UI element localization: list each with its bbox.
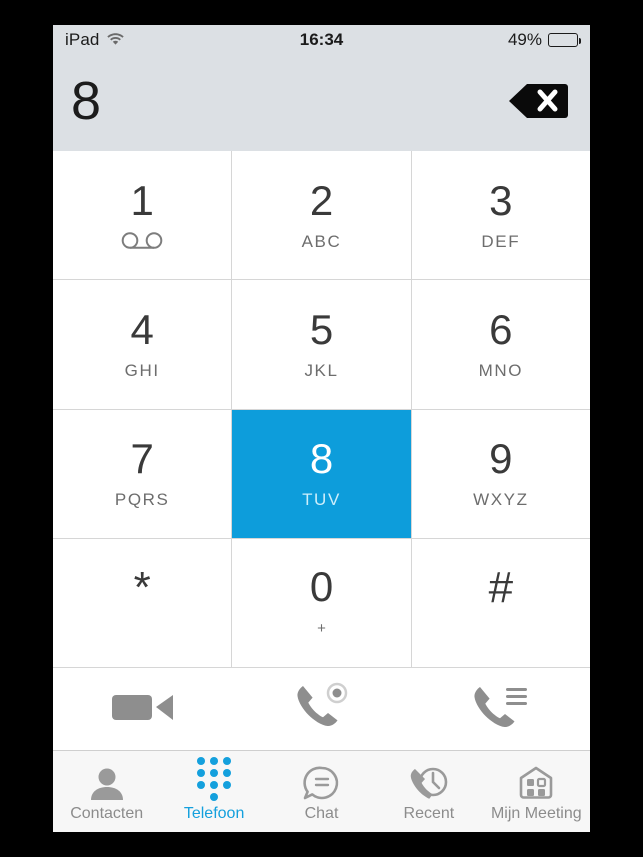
- key-digit: #: [488, 563, 514, 613]
- battery-icon: [548, 33, 581, 47]
- bottom-tab-bar: Contacten Telefoon Chat Recent Mijn Meet…: [53, 750, 590, 832]
- tab-chat[interactable]: Chat: [268, 751, 375, 832]
- tab-telefoon[interactable]: Telefoon: [160, 751, 267, 832]
- phone-list-icon: [472, 683, 530, 736]
- voice-call-button[interactable]: [293, 682, 351, 737]
- key-7[interactable]: 7 PQRS: [53, 409, 232, 538]
- key-letters: +: [317, 620, 326, 638]
- key-1[interactable]: 1: [53, 151, 232, 280]
- person-icon: [87, 765, 127, 801]
- key-letters: ABC: [301, 231, 342, 251]
- tab-label: Telefoon: [183, 804, 245, 822]
- video-camera-icon: [110, 690, 176, 729]
- key-digit: 4: [130, 305, 154, 353]
- status-bar: iPad 16:34 49%: [53, 25, 590, 55]
- tab-contacten[interactable]: Contacten: [53, 751, 160, 832]
- tab-label: Recent: [403, 804, 455, 822]
- key-2[interactable]: 2 ABC: [232, 151, 411, 280]
- tab-label: Mijn Meeting: [490, 804, 582, 822]
- key-letters: DEF: [481, 231, 521, 251]
- key-4[interactable]: 4 GHI: [53, 280, 232, 409]
- key-8[interactable]: 8 TUV: [232, 409, 411, 538]
- key-letters: TUV: [302, 490, 341, 510]
- dialed-number-display: 8: [53, 55, 590, 151]
- recent-calls-icon: [408, 765, 450, 801]
- voicemail-icon: [120, 232, 164, 251]
- key-digit: 7: [130, 435, 154, 483]
- key-letters: GHI: [124, 360, 160, 380]
- key-9[interactable]: 9 WXYZ: [411, 409, 590, 538]
- key-digit: 5: [309, 305, 334, 353]
- dialpad-icon: [197, 756, 232, 801]
- key-digit: 3: [489, 176, 513, 224]
- battery-percent-label: 49%: [507, 30, 542, 49]
- key-digit: 1: [130, 176, 154, 224]
- key-digit: 2: [309, 176, 334, 224]
- key-3[interactable]: 3 DEF: [411, 151, 590, 280]
- dial-keypad: 1 2 ABC 3 DEF 4 GHI 5 JKL 6 MNO 7 PQRS 8…: [53, 151, 590, 667]
- tab-label: Chat: [304, 804, 339, 822]
- tab-recent[interactable]: Recent: [375, 751, 482, 832]
- my-meeting-icon: [516, 765, 556, 801]
- key-5[interactable]: 5 JKL: [232, 280, 411, 409]
- key-star[interactable]: *: [53, 538, 232, 667]
- chat-bubble-icon: [301, 765, 341, 801]
- key-digit: *: [133, 563, 151, 613]
- call-actions-bar: [53, 667, 590, 750]
- key-digit: 9: [489, 435, 513, 483]
- dialed-number-value: 8: [71, 71, 103, 131]
- backspace-delete-icon[interactable]: [504, 80, 572, 122]
- tab-label: Contacten: [70, 804, 144, 822]
- status-bar-right: 49%: [507, 30, 581, 50]
- call-options-button[interactable]: [472, 683, 530, 736]
- key-6[interactable]: 6 MNO: [411, 280, 590, 409]
- key-letters: WXYZ: [473, 490, 529, 510]
- phone-record-icon: [293, 682, 351, 737]
- key-letters: JKL: [304, 360, 339, 380]
- key-digit: 8: [309, 435, 334, 483]
- key-hash[interactable]: #: [411, 538, 590, 667]
- video-call-button[interactable]: [110, 690, 176, 729]
- key-letters: MNO: [478, 360, 524, 380]
- tab-mijn-meeting[interactable]: Mijn Meeting: [483, 751, 590, 832]
- key-digit: 6: [489, 305, 513, 353]
- key-letters: PQRS: [114, 490, 170, 510]
- key-0[interactable]: 0 +: [232, 538, 411, 667]
- ipad-dialer-screen: iPad 16:34 49% 8 1 2 ABC 3 DEF 4 GHI 5 J…: [53, 25, 590, 832]
- key-digit: 0: [309, 563, 334, 611]
